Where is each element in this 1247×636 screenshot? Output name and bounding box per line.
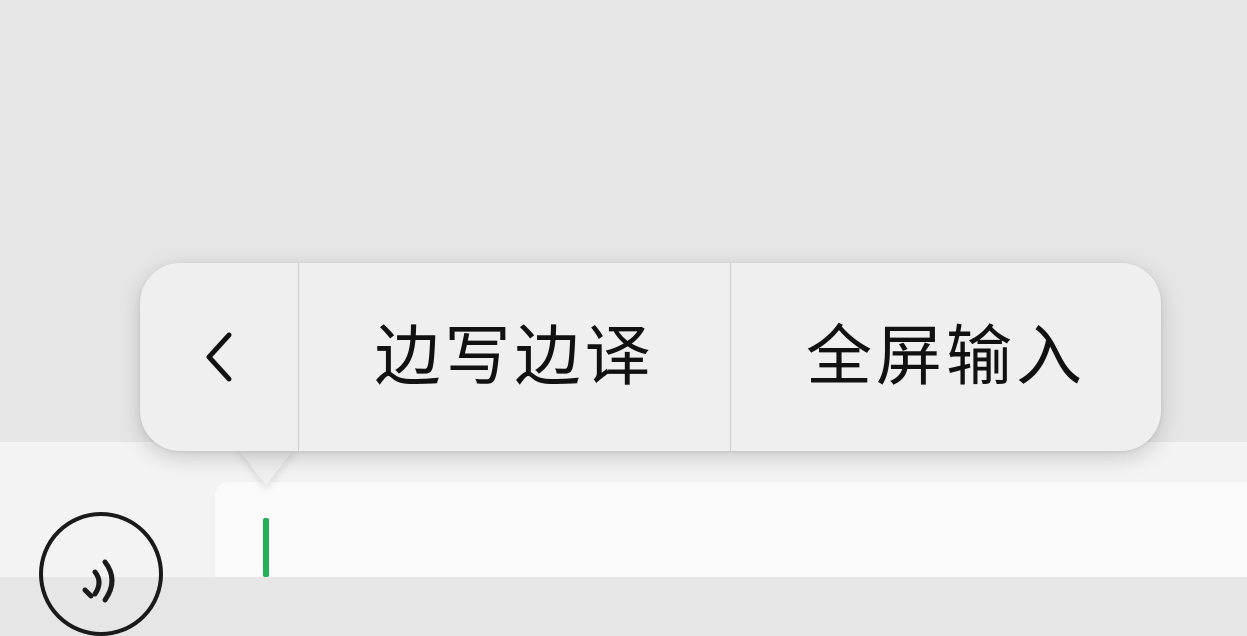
message-input[interactable] bbox=[215, 482, 1247, 577]
back-button[interactable] bbox=[140, 263, 298, 451]
fullscreen-input-button[interactable]: 全屏输入 bbox=[731, 263, 1161, 451]
voice-input-button[interactable] bbox=[39, 512, 163, 636]
text-cursor bbox=[263, 518, 269, 577]
input-mode-popover: 边写边译 全屏输入 bbox=[140, 263, 1161, 451]
voice-input-icon bbox=[82, 559, 115, 603]
chevron-left-icon bbox=[199, 329, 239, 385]
translate-while-typing-label: 边写边译 bbox=[374, 318, 655, 395]
popover-arrow bbox=[236, 446, 296, 486]
translate-while-typing-button[interactable]: 边写边译 bbox=[299, 263, 730, 451]
fullscreen-input-label: 全屏输入 bbox=[806, 318, 1086, 395]
